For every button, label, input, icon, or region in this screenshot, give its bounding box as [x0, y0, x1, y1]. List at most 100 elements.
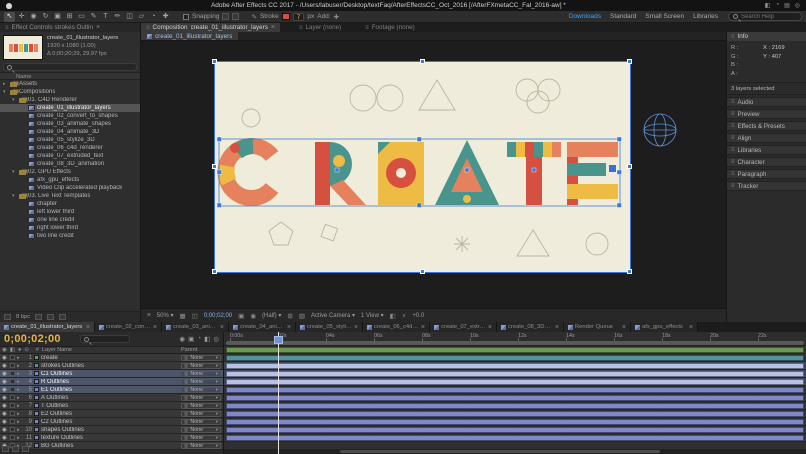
close-icon[interactable]: ×: [555, 324, 559, 331]
apple-menu-icon[interactable]: [6, 3, 12, 9]
project-item-row[interactable]: create_01_illustrator_layers: [0, 104, 140, 112]
panel-grip-icon[interactable]: ≡: [731, 183, 735, 189]
eraser-tool[interactable]: ▱: [136, 12, 147, 22]
channel-icon[interactable]: ◉: [250, 312, 256, 320]
motion-blur-icon[interactable]: ◎: [213, 335, 219, 343]
letter-a[interactable]: [435, 140, 499, 205]
spotlight-icon[interactable]: ◎: [795, 2, 800, 9]
tab-layer[interactable]: ≡ Layer (none): [294, 23, 346, 32]
visibility-toggle[interactable]: ◉: [2, 403, 8, 409]
twirl-icon[interactable]: ▸: [17, 363, 22, 369]
layer-row[interactable]: ◉▸4R Outlines◎None▾: [0, 378, 223, 386]
parent-dropdown[interactable]: ◎None▾: [181, 387, 221, 393]
roto-brush-tool[interactable]: ◔: [148, 12, 159, 22]
letter-r[interactable]: [315, 142, 366, 205]
comp-selection-handle[interactable]: [627, 59, 632, 64]
pickwhip-icon[interactable]: ◎: [184, 363, 188, 369]
shape-tool[interactable]: ▭: [76, 12, 87, 22]
project-thumbnail[interactable]: [3, 35, 43, 60]
selection-tool[interactable]: ↖: [4, 12, 15, 22]
audio-column-icon[interactable]: ◧: [10, 347, 15, 353]
letter-e2[interactable]: [567, 142, 618, 205]
view-layout-dropdown[interactable]: 1 View ▾: [361, 312, 384, 319]
close-icon[interactable]: ×: [689, 324, 693, 331]
panel-grip-icon[interactable]: ≡: [731, 99, 735, 105]
project-item-row[interactable]: afx_gpu_effects: [0, 176, 140, 184]
layer-row[interactable]: ◉▸5E1 Outlines◎None▾: [0, 386, 223, 394]
layer-duration-bar[interactable]: [226, 363, 804, 369]
trash-icon[interactable]: [59, 314, 66, 320]
visibility-toggle[interactable]: ◉: [2, 411, 8, 417]
layer-row[interactable]: ◉▸10shapes Outlines◎None▾: [0, 426, 223, 434]
parent-dropdown[interactable]: ◎None▾: [181, 411, 221, 417]
snapping-checkbox[interactable]: [183, 14, 189, 20]
project-item-row[interactable]: one line credit: [0, 216, 140, 224]
layer-duration-bar[interactable]: [226, 371, 804, 377]
panel-header-preview[interactable]: ≡Preview: [727, 109, 806, 119]
pickwhip-icon[interactable]: ◎: [184, 379, 188, 385]
timeline-tab[interactable]: create_01_illustrator_layers×: [0, 322, 95, 332]
layer-color-chip[interactable]: [34, 371, 39, 376]
visibility-column-icon[interactable]: ◉: [2, 347, 7, 353]
close-icon[interactable]: ×: [622, 324, 626, 331]
tab-composition[interactable]: ≡ Composition create_01_illustrator_laye…: [141, 23, 280, 32]
fast-preview-icon[interactable]: ⚡︎: [402, 312, 407, 320]
close-icon[interactable]: ×: [287, 324, 291, 331]
project-name-column-header[interactable]: Name: [0, 72, 140, 80]
audio-toggle[interactable]: [10, 387, 15, 392]
pickwhip-icon[interactable]: ◎: [184, 443, 188, 449]
project-item-row[interactable]: create_08_3D_animation: [0, 160, 140, 168]
snap-to-edges-icon[interactable]: [222, 13, 229, 20]
transparency-grid-icon[interactable]: ▨: [299, 312, 305, 320]
pickwhip-icon[interactable]: ◎: [184, 395, 188, 401]
pickwhip-icon[interactable]: ◎: [184, 427, 188, 433]
layer-duration-bar[interactable]: [226, 403, 804, 409]
timeline-tab[interactable]: Render Queue×: [564, 322, 631, 332]
expand-in-out-icon[interactable]: [22, 446, 29, 452]
hide-shy-layers-icon[interactable]: ◔: [197, 335, 201, 343]
visibility-toggle[interactable]: ◉: [2, 395, 8, 401]
letter-c[interactable]: [226, 143, 272, 198]
expand-layer-switches-icon[interactable]: [2, 446, 9, 452]
panel-grip-icon[interactable]: ≡: [731, 135, 735, 141]
twirl-icon[interactable]: ▸: [17, 379, 22, 385]
layer-row[interactable]: ◉▸9C2 Outlines◎None▾: [0, 418, 223, 426]
hand-tool[interactable]: ✛: [16, 12, 27, 22]
audio-toggle[interactable]: [10, 403, 15, 408]
parent-dropdown[interactable]: ◎None▾: [181, 395, 221, 401]
layer-color-chip[interactable]: [34, 403, 39, 408]
timeline-tab[interactable]: create_04_animate_3D×: [229, 322, 296, 332]
workspace-standard[interactable]: Standard: [610, 13, 636, 20]
panel-menu-icon[interactable]: ≡: [147, 312, 151, 319]
project-item-row[interactable]: create_05_stylize_3D: [0, 136, 140, 144]
panel-header-character[interactable]: ≡Character: [727, 157, 806, 167]
list-view-icon[interactable]: [4, 314, 11, 320]
panel-header-tracker[interactable]: ≡Tracker: [727, 181, 806, 191]
layer-duration-bar[interactable]: [226, 387, 804, 393]
layer-duration-bar[interactable]: [226, 379, 804, 385]
selection-handle[interactable]: [417, 137, 422, 142]
timeline-tab[interactable]: create_05_stylize_3D×: [296, 322, 363, 332]
solo-column-icon[interactable]: ●: [18, 347, 21, 353]
timeline-tab[interactable]: create_03_animate_shapes×: [162, 322, 229, 332]
frame-blending-icon[interactable]: ◧: [204, 335, 210, 343]
twirl-icon[interactable]: ▸: [17, 371, 22, 377]
audio-toggle[interactable]: [10, 411, 15, 416]
wifi-icon[interactable]: ◔: [775, 2, 779, 9]
composition-mini-flowchart-icon[interactable]: ◉: [179, 335, 185, 343]
resolution-dropdown[interactable]: (Half) ▾: [262, 312, 281, 319]
camera-dropdown[interactable]: Active Camera ▾: [311, 312, 355, 319]
layer-row[interactable]: ◉▸12BG Outlines◎None▾: [0, 442, 223, 450]
timeline-tab[interactable]: create_08_3D_animation×: [497, 322, 564, 332]
snapshot-icon[interactable]: ▣: [238, 312, 244, 320]
letter-t[interactable]: [507, 142, 561, 205]
twirl-icon[interactable]: ▾: [3, 89, 8, 95]
orbit-camera-tool[interactable]: ↻: [40, 12, 51, 22]
new-composition-icon[interactable]: [47, 314, 54, 320]
layer-color-chip[interactable]: [34, 443, 39, 448]
time-ruler[interactable]: 0:00s02s04s06s08s10s12s14s16s18s20s22s: [224, 332, 806, 346]
parent-dropdown[interactable]: ◎None▾: [181, 379, 221, 385]
audio-toggle[interactable]: [10, 395, 15, 400]
twirl-icon[interactable]: ▸: [17, 435, 22, 441]
twirl-icon[interactable]: ▸: [17, 387, 22, 393]
